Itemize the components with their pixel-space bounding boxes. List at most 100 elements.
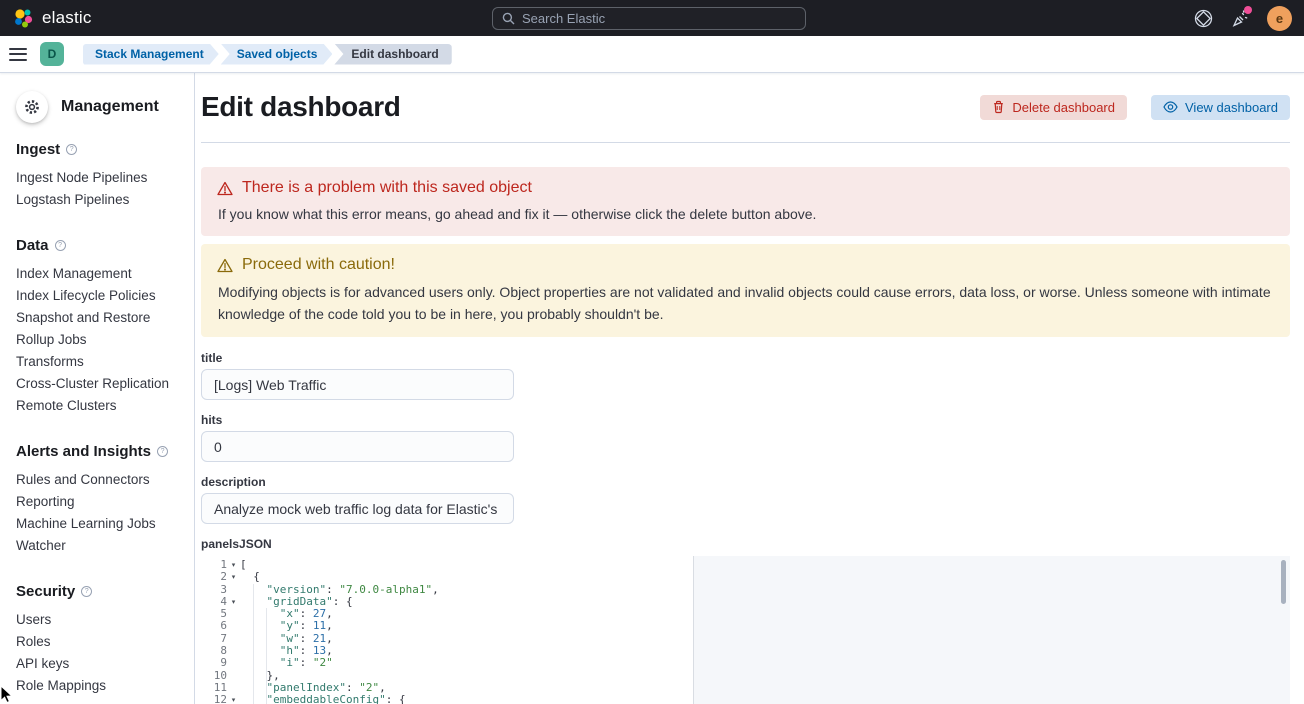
sidebar-section-heading: Security?	[16, 583, 184, 600]
title-label: title	[201, 351, 1290, 365]
caution-callout: Proceed with caution! Modifying objects …	[201, 244, 1290, 337]
gear-icon	[16, 91, 48, 123]
sidebar-item-watcher[interactable]: Watcher	[16, 535, 184, 557]
sidebar-item-machine-learning-jobs[interactable]: Machine Learning Jobs	[16, 513, 184, 535]
newsfeed-icon[interactable]	[1230, 8, 1250, 28]
line-number: 2	[201, 571, 227, 583]
page-title: Edit dashboard	[201, 91, 401, 123]
line-number: 9	[201, 657, 227, 669]
sidebar-item-index-lifecycle-policies[interactable]: Index Lifecycle Policies	[16, 285, 184, 307]
sidebar-section-heading: Ingest?	[16, 141, 184, 158]
sidebar-section: Security? UsersRolesAPI keysRole Mappings	[16, 583, 184, 697]
sidebar-item-index-management[interactable]: Index Management	[16, 263, 184, 285]
editor-line: 3 "version": "7.0.0-alpha1",	[201, 584, 1290, 596]
breadcrumb-item[interactable]: Saved objects	[221, 44, 333, 65]
view-dashboard-button[interactable]: View dashboard	[1151, 95, 1290, 120]
sidebar-item-logstash-pipelines[interactable]: Logstash Pipelines	[16, 189, 184, 211]
user-avatar[interactable]: e	[1267, 6, 1292, 31]
fold-arrow-icon[interactable]: ▾	[227, 694, 240, 704]
breadcrumb-bar: D Stack ManagementSaved objectsEdit dash…	[0, 36, 1304, 73]
fold-spacer	[227, 584, 240, 596]
sidebar-item-roles[interactable]: Roles	[16, 631, 184, 653]
elastic-logo-icon	[12, 7, 34, 29]
help-ring-icon: ?	[81, 586, 92, 597]
menu-icon[interactable]	[9, 48, 27, 61]
sidebar-item-ingest-node-pipelines[interactable]: Ingest Node Pipelines	[16, 167, 184, 189]
sidebar-title: Management	[61, 98, 159, 116]
delete-dashboard-label: Delete dashboard	[1012, 100, 1115, 115]
search-placeholder: Search Elastic	[522, 11, 605, 26]
description-label: description	[201, 475, 1290, 489]
view-dashboard-label: View dashboard	[1185, 100, 1278, 115]
line-number: 12	[201, 694, 227, 704]
mouse-cursor	[0, 685, 13, 704]
eye-icon	[1163, 101, 1178, 113]
fold-spacer	[227, 608, 240, 620]
editor-line: 1▾[	[201, 559, 1290, 571]
form-row: title	[201, 351, 1290, 400]
sidebar-item-remote-clusters[interactable]: Remote Clusters	[16, 395, 184, 417]
error-callout-body: If you know what this error means, go ah…	[217, 204, 1274, 224]
sidebar-section: Data?Index ManagementIndex Lifecycle Pol…	[16, 237, 184, 417]
sidebar-item-rollup-jobs[interactable]: Rollup Jobs	[16, 329, 184, 351]
deployment-icon[interactable]	[1193, 8, 1213, 28]
editor-scrollbar[interactable]	[1281, 560, 1286, 604]
sidebar-section: Ingest? Ingest Node PipelinesLogstash Pip…	[16, 141, 184, 211]
global-search-input[interactable]: Search Elastic	[492, 7, 806, 30]
warning-icon	[217, 258, 233, 273]
sidebar-item-users[interactable]: Users	[16, 609, 184, 631]
fold-spacer	[227, 682, 240, 694]
error-callout-title: There is a problem with this saved objec…	[242, 179, 532, 197]
sidebar-section: Alerts and Insights? Rules and Connectors…	[16, 443, 184, 557]
panels-json-editor[interactable]: 1▾[2▾ {3 "version": "7.0.0-alpha1",4▾ "g…	[201, 556, 1290, 704]
main-content: Edit dashboard Delete dashboard	[195, 73, 1304, 704]
fold-arrow-icon[interactable]: ▾	[227, 559, 240, 571]
hits-label: hits	[201, 413, 1290, 427]
sidebar-section-heading: Alerts and Insights?	[16, 443, 184, 460]
elastic-home-link[interactable]: elastic	[12, 7, 92, 29]
sidebar-item-api-keys[interactable]: API keys	[16, 653, 184, 675]
top-header: elastic Search Elastic	[0, 0, 1304, 36]
fold-arrow-icon[interactable]: ▾	[227, 571, 240, 583]
form-row: description	[201, 475, 1290, 524]
editor-line: 9 "i": "2"	[201, 657, 1290, 669]
sidebar-item-snapshot-and-restore[interactable]: Snapshot and Restore	[16, 307, 184, 329]
fold-spacer	[227, 633, 240, 645]
help-ring-icon: ?	[157, 446, 168, 457]
panels-json-label: panelsJSON	[201, 537, 1290, 551]
editor-line: 8 "h": 13,	[201, 645, 1290, 657]
caution-callout-title: Proceed with caution!	[242, 256, 395, 274]
space-avatar-initial: D	[48, 47, 57, 61]
description-field[interactable]	[201, 493, 514, 524]
sidebar-item-rules-and-connectors[interactable]: Rules and Connectors	[16, 469, 184, 491]
editor-line: 7 "w": 21,	[201, 633, 1290, 645]
sidebar-item-reporting[interactable]: Reporting	[16, 491, 184, 513]
brand-name: elastic	[42, 8, 92, 28]
hits-field[interactable]	[201, 431, 514, 462]
space-avatar[interactable]: D	[40, 42, 64, 66]
title-field[interactable]	[201, 369, 514, 400]
sidebar-item-role-mappings[interactable]: Role Mappings	[16, 675, 184, 697]
user-avatar-initial: e	[1276, 11, 1283, 26]
breadcrumb-item: Edit dashboard	[334, 44, 451, 65]
help-ring-icon: ?	[55, 240, 66, 251]
notification-badge	[1244, 6, 1252, 14]
caution-callout-body: Modifying objects is for advanced users …	[217, 281, 1274, 325]
breadcrumb-item[interactable]: Stack Management	[83, 44, 219, 65]
editor-line: 12▾ "embeddableConfig": {	[201, 694, 1290, 704]
delete-dashboard-button[interactable]: Delete dashboard	[980, 95, 1127, 120]
editor-line: 5 "x": 27,	[201, 608, 1290, 620]
fold-spacer	[227, 657, 240, 669]
header-divider	[201, 142, 1290, 143]
sidebar-item-cross-cluster-replication[interactable]: Cross-Cluster Replication	[16, 373, 184, 395]
trash-icon	[992, 100, 1005, 114]
line-number: 6	[201, 620, 227, 632]
saved-object-form: title hits description	[201, 351, 1290, 524]
form-row: hits	[201, 413, 1290, 462]
sidebar-item-transforms[interactable]: Transforms	[16, 351, 184, 373]
fold-arrow-icon[interactable]: ▾	[227, 596, 240, 608]
editor-line: 4▾ "gridData": {	[201, 596, 1290, 608]
help-ring-icon: ?	[66, 144, 77, 155]
error-callout: There is a problem with this saved objec…	[201, 167, 1290, 236]
breadcrumb: Stack ManagementSaved objectsEdit dashbo…	[83, 44, 452, 65]
